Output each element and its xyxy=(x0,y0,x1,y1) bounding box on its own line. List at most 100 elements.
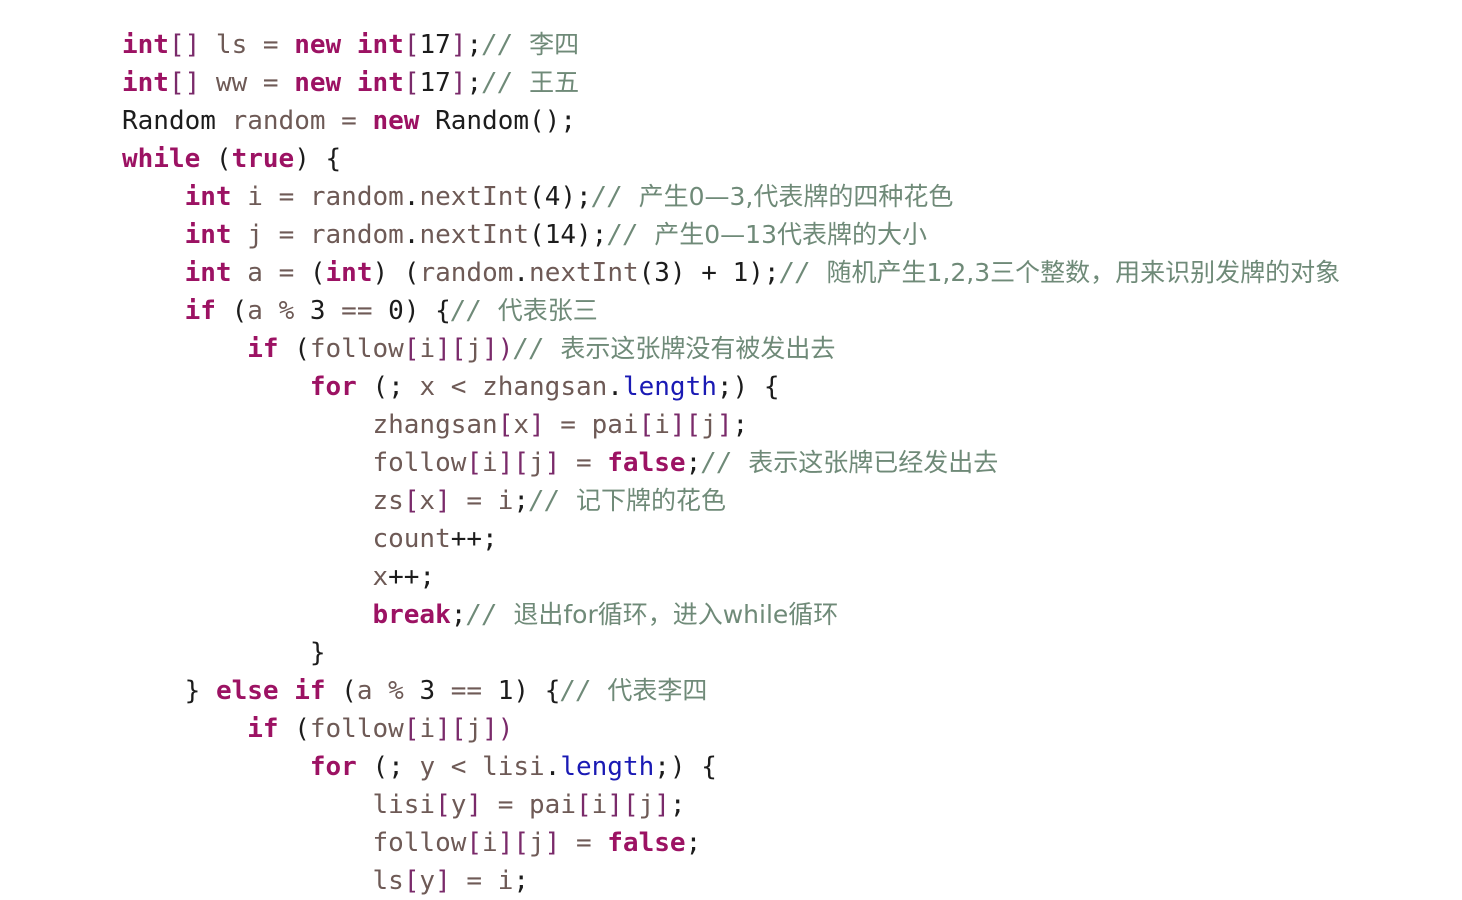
code-line[interactable]: } else if (a % 3 == 1) {// 代表李四 xyxy=(0,672,1462,710)
code-token-op: == xyxy=(435,676,498,706)
code-token-bracket: ][ xyxy=(435,334,467,364)
code-line[interactable]: int[] ls = new int[17];// 李四 xyxy=(0,26,1462,64)
code-token-punct: ; xyxy=(513,866,530,896)
code-token-plain: a xyxy=(231,258,279,288)
code-line[interactable]: count++; xyxy=(0,520,1462,558)
code-line[interactable]: int i = random.nextInt(4);// 产生0—3,代表牌的四… xyxy=(0,178,1462,216)
code-line[interactable]: for (; x < zhangsan.length;) { xyxy=(0,368,1462,406)
code-token-plain: x xyxy=(372,562,389,592)
code-comment-text: 产生0—13代表牌的大小 xyxy=(654,220,927,249)
code-line[interactable]: ls[y] = i; xyxy=(0,862,1462,900)
code-token-bracket: [ xyxy=(403,68,420,98)
code-line[interactable]: int a = (int) (random.nextInt(3) + 1);//… xyxy=(0,254,1462,292)
code-line[interactable]: if (a % 3 == 0) {// 代表张三 xyxy=(0,292,1462,330)
code-token-punct: ( xyxy=(529,220,545,250)
code-token-plain: i xyxy=(497,486,514,516)
code-line[interactable]: int[] ww = new int[17];// 王五 xyxy=(0,64,1462,102)
code-token-punct: . xyxy=(403,220,420,250)
code-comment-marker: // xyxy=(529,486,576,516)
code-comment-marker: // xyxy=(482,68,530,98)
code-token-bracket: ][ xyxy=(669,410,702,440)
code-token-plain: follow xyxy=(309,714,404,744)
code-token-plain: zs xyxy=(372,486,404,516)
code-token-bracket: [ xyxy=(403,866,420,896)
code-comment-marker: // xyxy=(482,30,530,60)
code-token-op: = xyxy=(278,220,310,250)
code-token-kw: int xyxy=(325,258,373,288)
code-token-punct: ;) { xyxy=(716,372,780,402)
code-token-bracket: [ xyxy=(403,30,420,60)
code-token-op: = xyxy=(560,828,608,858)
code-token-plain: j xyxy=(638,790,655,820)
code-line[interactable]: lisi[y] = pai[i][j]; xyxy=(0,786,1462,824)
code-comment-marker: // xyxy=(607,220,655,250)
code-comment-marker: // xyxy=(450,296,498,326)
code-listing[interactable]: int[] ls = new int[17];// 李四 int[] ww = n… xyxy=(0,26,1462,896)
code-token-kw: else if xyxy=(215,676,342,706)
code-token-op: == xyxy=(325,296,389,326)
code-line[interactable]: follow[i][j] = false; xyxy=(0,824,1462,862)
code-token-punct: ); xyxy=(576,220,608,250)
code-line[interactable]: zhangsan[x] = pai[i][j]; xyxy=(0,406,1462,444)
code-token-bracket: ] xyxy=(450,30,467,60)
code-token-plain: nextInt xyxy=(419,220,530,250)
code-token-bracket: ] xyxy=(450,68,467,98)
code-token-bracket: [ xyxy=(575,790,592,820)
code-line[interactable]: } xyxy=(0,634,1462,672)
code-token-kw: for xyxy=(309,752,373,782)
code-token-punct: . xyxy=(607,372,623,402)
code-token-punct: ( xyxy=(231,296,248,326)
code-line[interactable]: while (true) { xyxy=(0,140,1462,178)
code-line[interactable]: if (follow[i][j]) xyxy=(0,710,1462,748)
code-token-punct: ; xyxy=(513,486,530,516)
code-line[interactable]: zs[x] = i;// 记下牌的花色 xyxy=(0,482,1462,520)
code-token-bracket: ] xyxy=(544,828,561,858)
code-token-plain: i xyxy=(419,714,436,744)
code-token-num: 14 xyxy=(544,220,576,250)
code-token-punct: ; xyxy=(732,410,749,440)
code-token-plain: a xyxy=(356,676,389,706)
code-comment-text: 表示这张牌没有被发出去 xyxy=(560,334,836,363)
code-token-bracket: ] xyxy=(544,448,561,478)
code-token-op: = xyxy=(278,182,310,212)
code-token-punct: ; xyxy=(669,790,686,820)
code-token-punct: ( xyxy=(529,182,545,212)
code-token-num: 3 xyxy=(654,258,670,288)
code-token-plain: follow xyxy=(372,448,467,478)
code-line[interactable]: break;// 退出for循环，进入while循环 xyxy=(0,596,1462,634)
code-token-plain: x xyxy=(419,372,451,402)
code-token-plain: i xyxy=(591,790,608,820)
code-token-op: = xyxy=(450,486,498,516)
code-token-plain: pai xyxy=(529,790,576,820)
code-token-punct: ++; xyxy=(388,562,436,592)
code-token-punct: ); xyxy=(748,258,780,288)
code-token-plain: j xyxy=(466,334,483,364)
code-token-op: = xyxy=(450,866,498,896)
code-comment-marker: // xyxy=(591,182,639,212)
code-line[interactable]: for (; y < lisi.length;) { xyxy=(0,748,1462,786)
code-token-plain: random xyxy=(309,220,404,250)
code-comment-text: 退出for循环，进入while循环 xyxy=(513,600,839,629)
code-line[interactable]: if (follow[i][j])// 表示这张牌没有被发出去 xyxy=(0,330,1462,368)
code-token-punct: ) { xyxy=(513,676,561,706)
code-token-punct: ) + xyxy=(669,258,733,288)
code-line[interactable]: follow[i][j] = false;// 表示这张牌已经发出去 xyxy=(0,444,1462,482)
code-token-bracket: ][ xyxy=(435,714,467,744)
code-token-plain: follow xyxy=(372,828,467,858)
code-token-kw: int xyxy=(356,68,404,98)
code-token-plain: ls xyxy=(372,866,404,896)
code-token-plain: i xyxy=(482,828,498,858)
code-token-punct: ) ( xyxy=(372,258,420,288)
code-token-bracket: ] xyxy=(466,790,483,820)
code-comment-text: 记下牌的花色 xyxy=(575,486,726,515)
code-line[interactable]: x++; xyxy=(0,558,1462,596)
code-line[interactable]: Random random = new Random(); xyxy=(0,102,1462,140)
code-comment-text: 代表李四 xyxy=(607,676,708,705)
code-line[interactable]: int j = random.nextInt(14);// 产生0—13代表牌的… xyxy=(0,216,1462,254)
